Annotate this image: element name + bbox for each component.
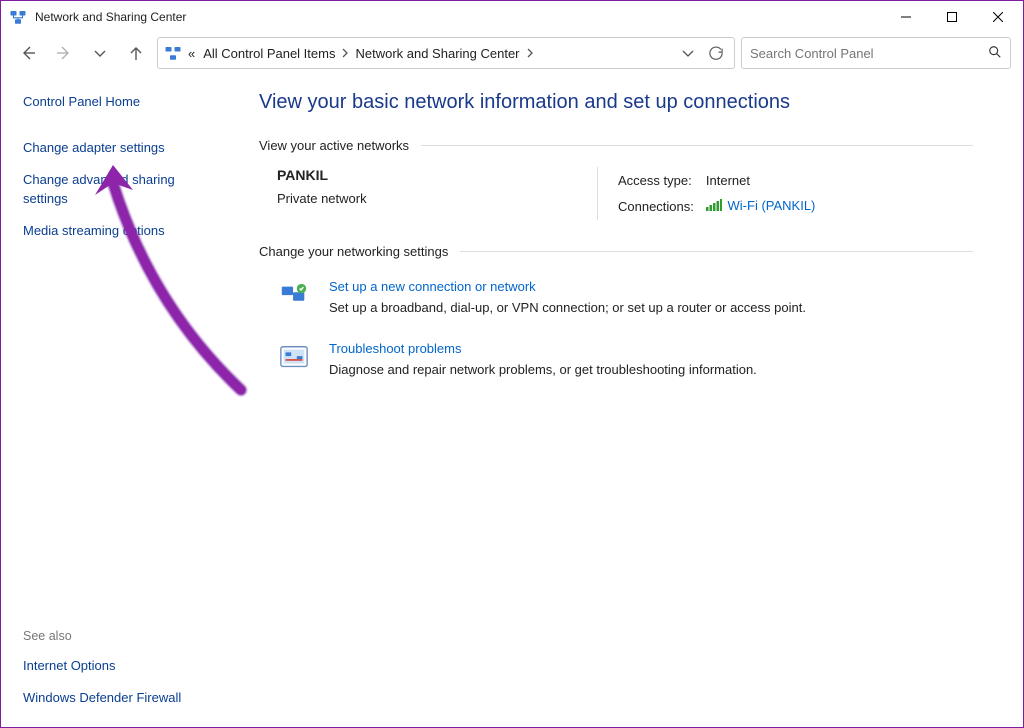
sidebar-link-streaming[interactable]: Media streaming options	[23, 222, 213, 240]
maximize-button[interactable]	[929, 2, 975, 32]
search-icon[interactable]	[988, 45, 1002, 62]
network-type: Private network	[277, 191, 597, 206]
back-button[interactable]	[13, 38, 43, 68]
breadcrumb-item-0[interactable]: All Control Panel Items	[201, 44, 337, 63]
address-bar[interactable]: « All Control Panel Items Network and Sh…	[157, 37, 735, 69]
minimize-button[interactable]	[883, 2, 929, 32]
divider	[460, 251, 973, 252]
forward-button[interactable]	[49, 38, 79, 68]
sidebar-link-home[interactable]: Control Panel Home	[23, 93, 213, 111]
close-button[interactable]	[975, 2, 1021, 32]
section-header-active: View your active networks	[259, 138, 409, 153]
setup-connection-desc: Set up a broadband, dial-up, or VPN conn…	[329, 300, 806, 315]
sidebar-link-internet-options[interactable]: Internet Options	[23, 657, 213, 675]
network-center-icon	[164, 44, 182, 62]
connection-link[interactable]: Wi-Fi (PANKIL)	[728, 198, 816, 213]
divider	[421, 145, 973, 146]
connections-label: Connections:	[618, 194, 704, 218]
chevron-right-icon[interactable]	[341, 46, 349, 61]
sidebar-link-sharing[interactable]: Change advanced sharing settings	[23, 171, 213, 207]
navbar: « All Control Panel Items Network and Sh…	[1, 33, 1023, 73]
search-input[interactable]	[750, 46, 988, 61]
breadcrumb-item-1[interactable]: Network and Sharing Center	[353, 44, 521, 63]
recent-locations-button[interactable]	[85, 38, 115, 68]
vertical-divider	[597, 167, 598, 220]
troubleshoot-desc: Diagnose and repair network problems, or…	[329, 362, 757, 377]
wifi-signal-icon	[706, 199, 722, 214]
page-heading: View your basic network information and …	[259, 91, 973, 114]
sidebar: Control Panel Home Change adapter settin…	[1, 73, 231, 727]
sidebar-seealso-header: See also	[23, 629, 213, 643]
main-content: View your basic network information and …	[231, 73, 1023, 727]
network-name: PANKIL	[277, 167, 597, 183]
refresh-button[interactable]	[704, 41, 728, 65]
section-header-change: Change your networking settings	[259, 244, 448, 259]
chevron-right-icon[interactable]	[526, 46, 534, 61]
troubleshoot-link[interactable]: Troubleshoot problems	[329, 341, 461, 356]
access-type-value: Internet	[706, 169, 826, 192]
connection-setup-icon	[277, 279, 311, 315]
window-title: Network and Sharing Center	[35, 10, 186, 24]
titlebar: Network and Sharing Center	[1, 1, 1023, 33]
setup-connection-link[interactable]: Set up a new connection or network	[329, 279, 536, 294]
sidebar-link-firewall[interactable]: Windows Defender Firewall	[23, 689, 213, 707]
network-center-app-icon	[9, 8, 27, 26]
up-button[interactable]	[121, 38, 151, 68]
troubleshoot-icon	[277, 341, 311, 377]
search-box[interactable]	[741, 37, 1011, 69]
access-type-label: Access type:	[618, 169, 704, 192]
address-dropdown-button[interactable]	[676, 41, 700, 65]
sidebar-link-adapter[interactable]: Change adapter settings	[23, 139, 213, 157]
breadcrumb-prefix: «	[186, 44, 197, 63]
